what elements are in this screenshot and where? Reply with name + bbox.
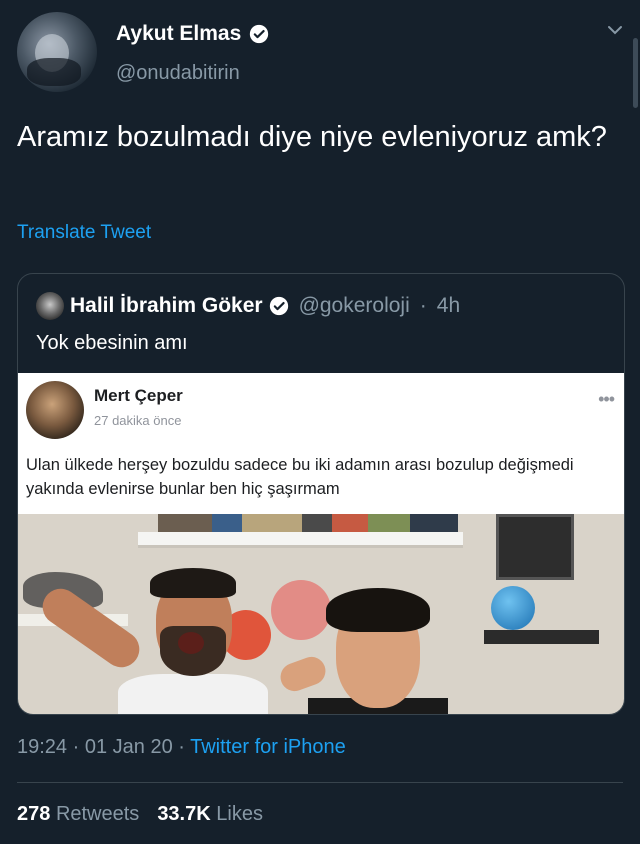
attached-photo[interactable] (18, 514, 624, 714)
tweet-date: 01 Jan 20 (84, 736, 173, 758)
facebook-post-time: 27 dakika önce (94, 413, 182, 428)
person-left-hair (150, 568, 236, 598)
quoted-text: Yok ebesinin amı (36, 332, 188, 354)
quoted-author-handle: @gokeroloji (298, 294, 410, 317)
quoted-avatar (36, 292, 64, 320)
right-shelf (484, 630, 599, 644)
quoted-header: Halil İbrahim Göker @gokeroloji · 4h (36, 292, 460, 320)
more-dots-icon: ••• (598, 389, 615, 409)
tweet-stats: 278 Retweets 33.7K Likes (17, 803, 263, 826)
tweet-time: 19:24 (17, 736, 68, 758)
verified-badge-icon (269, 296, 288, 316)
verified-badge-icon (250, 24, 269, 44)
chevron-down-icon[interactable] (607, 24, 623, 36)
globe (491, 586, 535, 630)
author-name-row: Aykut Elmas (116, 22, 269, 46)
quoted-tweet[interactable]: Halil İbrahim Göker @gokeroloji · 4h Yok… (17, 273, 625, 715)
retweets-label: Retweets (55, 803, 140, 825)
play-button-award (496, 514, 574, 580)
author-handle[interactable]: @onudabitirin (116, 62, 240, 85)
shelf-items (158, 514, 458, 532)
person-left-body (118, 674, 268, 714)
facebook-post-text: Ulan ülkede herşey bozuldu sadece bu iki… (26, 456, 574, 498)
meta-separator: · (178, 736, 191, 758)
wall-shelf (138, 532, 463, 548)
tweet-header: Aykut Elmas @onudabitirin (17, 10, 627, 100)
tweet-meta: 19:24 · 01 Jan 20 · Twitter for iPhone (17, 736, 346, 759)
tweet-source-link[interactable]: Twitter for iPhone (190, 736, 346, 758)
likes-stat[interactable]: 33.7K Likes (157, 803, 263, 825)
person-right-hand (276, 652, 330, 696)
facebook-author-name: Mert Çeper (94, 386, 183, 405)
person-right-hair (326, 588, 430, 632)
facebook-post-screenshot: Mert Çeper 27 dakika önce ••• Ulan ülked… (18, 373, 624, 514)
quoted-age: 4h (436, 294, 461, 317)
author-name[interactable]: Aykut Elmas (116, 22, 241, 46)
scrollbar[interactable] (633, 38, 638, 108)
likes-label: Likes (216, 803, 263, 825)
camera-sign (271, 580, 331, 640)
translate-tweet-link[interactable]: Translate Tweet (17, 222, 151, 244)
author-avatar[interactable] (17, 12, 97, 92)
likes-count: 33.7K (157, 803, 211, 825)
retweets-stat[interactable]: 278 Retweets (17, 803, 139, 825)
divider (17, 782, 623, 783)
person-left-mouth (178, 632, 204, 654)
retweets-count: 278 (17, 803, 51, 825)
quoted-author-name: Halil İbrahim Göker (70, 294, 263, 317)
facebook-author-avatar (26, 381, 84, 439)
meta-separator: · (72, 736, 85, 758)
tweet-text: Aramız bozulmadı diye niye evleniyoruz a… (17, 121, 607, 153)
quoted-dot-separator: · (419, 294, 427, 317)
